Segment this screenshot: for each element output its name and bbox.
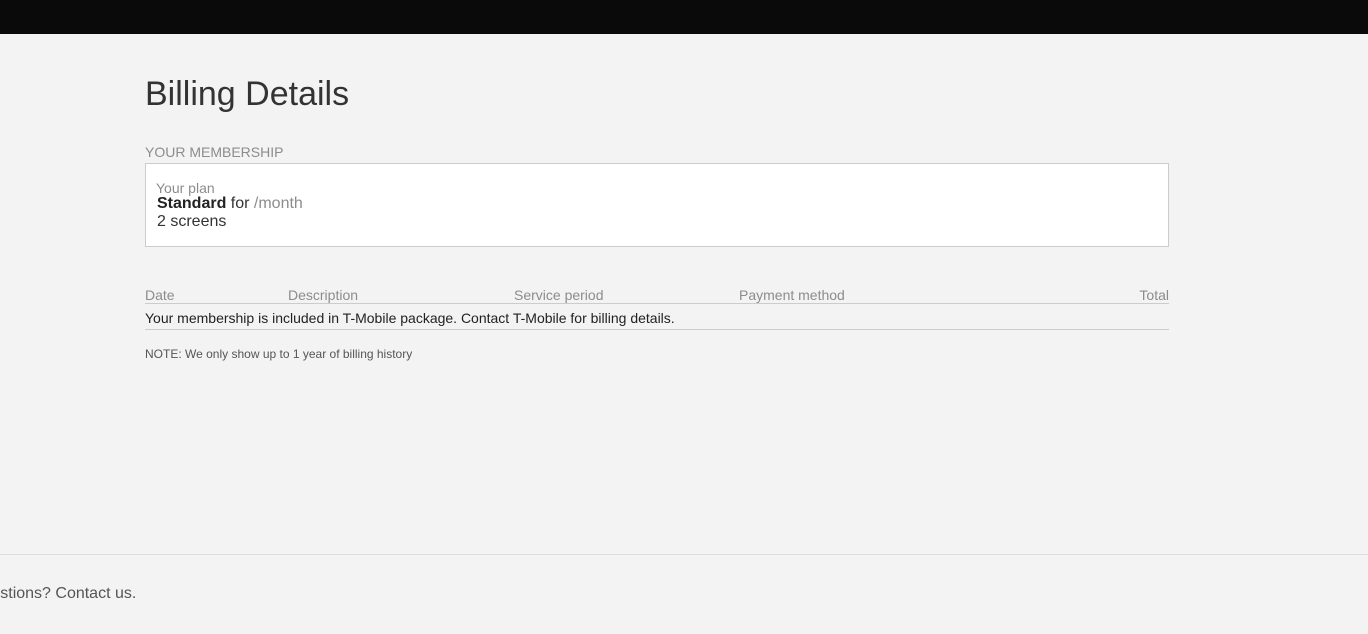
page-title: Billing Details: [145, 75, 350, 113]
column-header-date: Date: [145, 287, 175, 303]
top-nav-bar: [0, 0, 1368, 34]
column-header-total: Total: [1139, 287, 1169, 303]
plan-screens: 2 screens: [157, 213, 227, 230]
table-row: Your membership is included in T-Mobile …: [145, 309, 1169, 330]
column-header-payment-method: Payment method: [739, 287, 845, 303]
plan-caption: Your plan: [156, 180, 215, 196]
billing-table-header: Date Description Service period Payment …: [145, 287, 1169, 304]
footer-contact-link[interactable]: Questions? Contact us.: [0, 585, 136, 603]
column-header-description: Description: [288, 287, 359, 303]
billing-history-note: NOTE: We only show up to 1 year of billi…: [145, 347, 413, 361]
footer: Questions? Contact us.: [0, 554, 1368, 634]
membership-section-label: YOUR MEMBERSHIP: [145, 144, 284, 160]
billing-message: Your membership is included in T-Mobile …: [145, 310, 675, 326]
plan-for-text: for: [226, 195, 254, 212]
column-header-service-period: Service period: [514, 287, 604, 303]
membership-box: Your plan Standard for /month 2 screens: [145, 163, 1169, 247]
plan-price: /month: [253, 195, 303, 212]
plan-line: Standard for /month: [157, 195, 303, 213]
plan-name: Standard: [157, 195, 227, 212]
